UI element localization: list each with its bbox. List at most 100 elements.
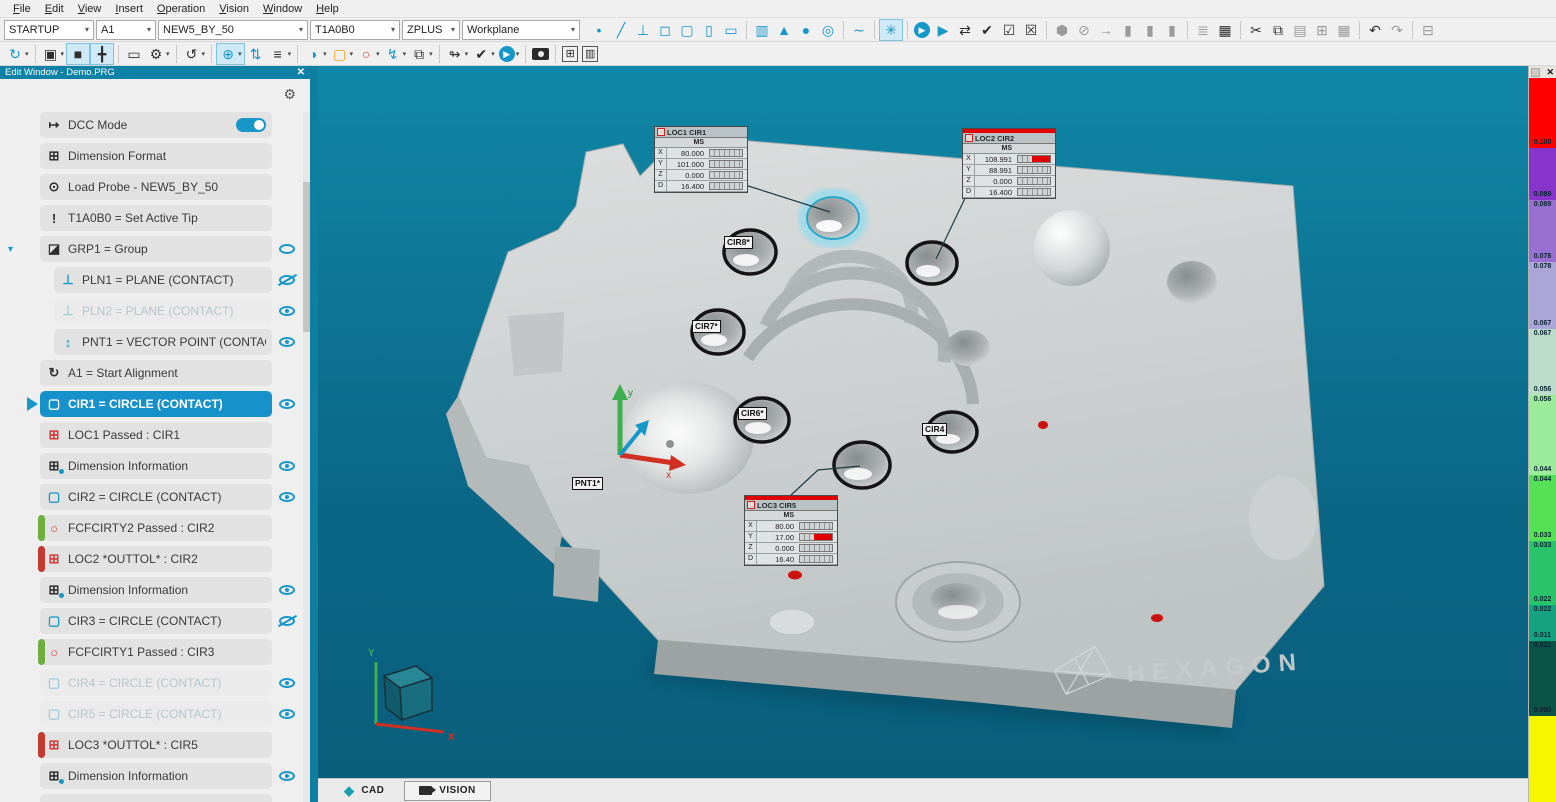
- path-icon[interactable]: ↬▾: [444, 43, 471, 65]
- probe-file-combobox[interactable]: NEW5_BY_50▾: [158, 20, 308, 40]
- feature-tag-cir8[interactable]: CIR8*: [724, 236, 753, 249]
- document-cancel-icon[interactable]: ☒: [1020, 19, 1042, 41]
- eye-icon[interactable]: [279, 244, 295, 254]
- feature-tag-pnt1[interactable]: PNT1*: [572, 477, 603, 490]
- sidebar-item-pln2-plane-contact[interactable]: ⊥PLN2 = PLANE (CONTACT): [54, 298, 272, 324]
- redo-icon[interactable]: ↷: [1386, 19, 1408, 41]
- menu-operation[interactable]: Operation: [150, 3, 212, 15]
- dcc-mode-toggle[interactable]: [236, 118, 266, 132]
- point-icon[interactable]: •: [588, 19, 610, 41]
- document-check-icon[interactable]: ☑: [998, 19, 1020, 41]
- feature-tag-cir7[interactable]: CIR7*: [692, 320, 721, 333]
- paste-special-icon[interactable]: ⊞: [1311, 19, 1333, 41]
- view-orientation-icon[interactable]: ⊕▾: [216, 43, 245, 65]
- dropdown-arrow-icon[interactable]: ▾: [376, 50, 380, 58]
- bookmark-remove-icon[interactable]: ▮: [1161, 19, 1183, 41]
- menu-vision[interactable]: Vision: [212, 3, 256, 15]
- eye-icon[interactable]: [279, 585, 295, 595]
- report-table-icon[interactable]: ▦: [1214, 19, 1236, 41]
- sidebar-item-loc1-passed-cir1[interactable]: ⊞LOC1 Passed : CIR1: [40, 422, 272, 448]
- sidebar-item-dimension-information[interactable]: ⊞Dimension Information: [40, 577, 272, 603]
- cad-view-icon[interactable]: ◑▾: [302, 43, 329, 65]
- execute-program-icon[interactable]: ▶: [912, 19, 932, 41]
- solid-view-icon[interactable]: ■: [66, 43, 90, 65]
- dropdown-arrow-icon[interactable]: ▾: [429, 50, 433, 58]
- eye-icon[interactable]: [279, 399, 295, 409]
- menu-view[interactable]: View: [71, 3, 109, 15]
- plane-icon[interactable]: ⊥: [632, 19, 654, 41]
- square-slot-icon[interactable]: ▯: [698, 19, 720, 41]
- round-slot-icon[interactable]: ▢: [676, 19, 698, 41]
- loc2-callout[interactable]: LOC2 CIR2MSX108.991Y88.991Z0.000D16.400: [962, 128, 1056, 199]
- cone-icon[interactable]: ▲: [773, 19, 795, 41]
- dropdown-arrow-icon[interactable]: ▾: [516, 50, 520, 58]
- dropdown-arrow-icon[interactable]: ▾: [25, 50, 29, 58]
- hole-cir6[interactable]: [735, 398, 789, 442]
- mark-done-icon[interactable]: ✔▾: [470, 43, 497, 65]
- sidebar-item-cir4-circle-contact[interactable]: ▢CIR4 = CIRCLE (CONTACT): [40, 670, 272, 696]
- close-icon[interactable]: ✕: [1546, 68, 1554, 77]
- feature-tag-cir6[interactable]: CIR6*: [738, 407, 767, 420]
- workplane-combobox[interactable]: Workplane▾: [462, 20, 580, 40]
- menu-file[interactable]: File: [6, 3, 38, 15]
- axis-combobox[interactable]: A1▾: [96, 20, 156, 40]
- sidebar-item-fcfcirty1-passed-cir3[interactable]: ○FCFCIRTY1 Passed : CIR3: [40, 639, 272, 665]
- sidebar-item-load-probe-new5-by-50[interactable]: ⊙Load Probe - NEW5_BY_50: [40, 174, 272, 200]
- sphere-icon[interactable]: ●: [795, 19, 817, 41]
- dropdown-arrow-icon[interactable]: ▾: [491, 50, 495, 58]
- tab-cad[interactable]: ◆CAD: [330, 780, 398, 802]
- sidebar-item-cir5-circle-contact[interactable]: ▢CIR5 = CIRCLE (CONTACT): [40, 701, 272, 727]
- sidebar-item-cir1-circle-contact[interactable]: ▢CIR1 = CIRCLE (CONTACT): [40, 391, 272, 417]
- go-marker-icon[interactable]: →: [1095, 19, 1117, 41]
- line-icon[interactable]: ╱: [610, 19, 632, 41]
- auto-feature-icon[interactable]: ✳: [879, 19, 903, 41]
- bookmark-icon[interactable]: ▮: [1117, 19, 1139, 41]
- workplane-axis-combobox[interactable]: ZPLUS▾: [402, 20, 460, 40]
- copy-icon[interactable]: ⧉: [1267, 19, 1289, 41]
- sidebar-item-dcc-mode[interactable]: ↦DCC Mode: [40, 112, 272, 138]
- hole-cir5[interactable]: [834, 442, 890, 488]
- sidebar-item-pnt1-vector-point-contac[interactable]: ↕PNT1 = VECTOR POINT (CONTAC: [54, 329, 272, 355]
- gdt-circle-icon[interactable]: ○▾: [355, 43, 382, 65]
- active-tip-combobox[interactable]: T1A0B0▾: [310, 20, 400, 40]
- feature-list-icon[interactable]: ≡▾: [267, 43, 294, 65]
- paste-icon[interactable]: ▤: [1289, 19, 1311, 41]
- cad-viewport[interactable]: y x HEXAGON Y X LOC1 CIR1MSX80.000: [318, 66, 1528, 778]
- probe-axes-icon[interactable]: ⇅: [245, 43, 267, 65]
- sidebar-item-dimension-format[interactable]: ⊞Dimension Format: [40, 143, 272, 169]
- camera-icon[interactable]: [530, 43, 551, 65]
- undo-icon[interactable]: ↶: [1364, 19, 1386, 41]
- eye-icon[interactable]: [279, 461, 295, 471]
- hole-cir2[interactable]: [907, 242, 957, 284]
- collapse-chevron-icon[interactable]: ▾: [8, 244, 13, 255]
- alignment-combobox[interactable]: STARTUP▾: [4, 20, 94, 40]
- menu-help[interactable]: Help: [309, 3, 346, 15]
- edit-window-titlebar[interactable]: Edit Window - Demo.PRG ✕: [0, 66, 310, 79]
- dropdown-arrow-icon[interactable]: ▾: [238, 50, 242, 58]
- view-cube[interactable]: Y X: [368, 648, 455, 743]
- cylinder-icon[interactable]: ▥: [751, 19, 773, 41]
- dropdown-arrow-icon[interactable]: ▾: [202, 50, 206, 58]
- sidebar-item-loc2-outtol-cir2[interactable]: ⊞LOC2 *OUTTOL* : CIR2: [40, 546, 272, 572]
- dropdown-arrow-icon[interactable]: ▾: [403, 50, 407, 58]
- eye-icon[interactable]: [279, 678, 295, 688]
- check-mark-icon[interactable]: ✔: [976, 19, 998, 41]
- eye-icon[interactable]: [279, 492, 295, 502]
- sidebar-scrollbar[interactable]: [303, 112, 310, 802]
- sidebar-item-fcfcirty2-passed-cir2[interactable]: ○FCFCIRTY2 Passed : CIR2: [40, 515, 272, 541]
- pattern-icon[interactable]: ▦: [1333, 19, 1355, 41]
- dropdown-arrow-icon[interactable]: ▾: [288, 50, 292, 58]
- sidebar-item-cir2-circle-contact[interactable]: ▢CIR2 = CIRCLE (CONTACT): [40, 484, 272, 510]
- wireframe-view-icon[interactable]: ▣▾: [40, 43, 67, 65]
- stop-marker-icon[interactable]: ⬢: [1051, 19, 1073, 41]
- tab-vision[interactable]: VISION: [404, 781, 490, 801]
- sidebar-item-cir6-circle-contact[interactable]: ▢CIR6 = CIRCLE (CONTACT): [40, 794, 272, 802]
- dropdown-arrow-icon[interactable]: ▾: [61, 50, 65, 58]
- dropdown-arrow-icon[interactable]: ▾: [166, 50, 170, 58]
- eye-slash-icon[interactable]: [279, 275, 295, 285]
- duplicate-icon[interactable]: ⧉▾: [408, 43, 435, 65]
- loc1-callout[interactable]: LOC1 CIR1MSX80.000Y101.000Z0.000D16.400: [654, 126, 748, 193]
- eye-icon[interactable]: [279, 337, 295, 347]
- panel-splitter[interactable]: [310, 66, 318, 802]
- dropdown-arrow-icon[interactable]: ▾: [350, 50, 354, 58]
